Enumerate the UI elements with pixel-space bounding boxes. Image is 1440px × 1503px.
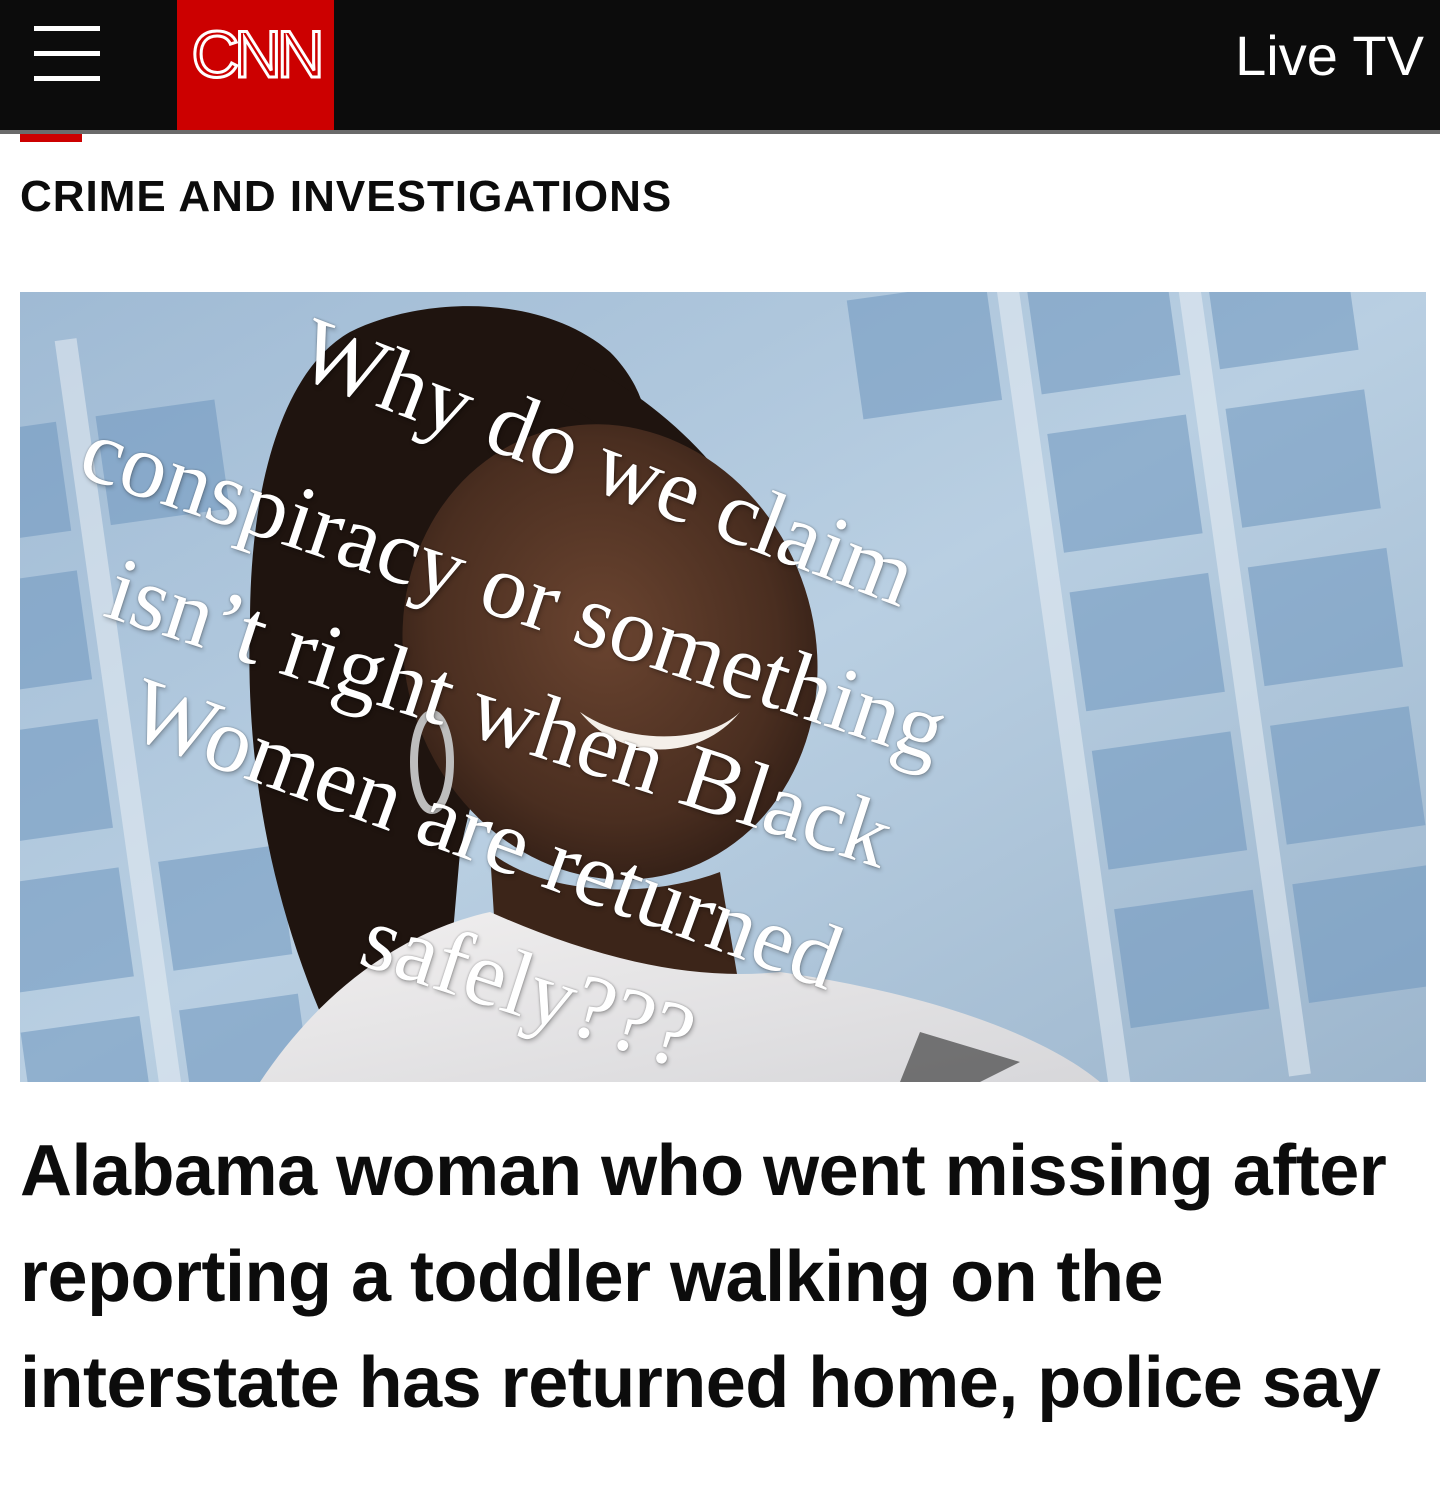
cnn-logo[interactable]: CNN [177, 0, 334, 132]
cnn-article-page: CNN Live TV CRIME AND INVESTIGATIONS Why… [0, 0, 1440, 1503]
hero-photo [20, 292, 1426, 1082]
article-headline: Alabama woman who went missing after rep… [20, 1131, 1387, 1423]
live-tv-link[interactable]: Live TV [1235, 28, 1424, 84]
header-divider [0, 130, 1440, 134]
hero-image: Why do we claim conspiracy or something … [20, 292, 1426, 1082]
hamburger-menu-icon [34, 26, 100, 81]
menu-button[interactable] [22, 18, 112, 90]
top-navigation-bar: CNN Live TV [0, 0, 1440, 132]
section-label[interactable]: CRIME AND INVESTIGATIONS [20, 172, 672, 222]
cnn-logo-text: CNN [190, 17, 326, 91]
section-accent-bar [20, 134, 82, 142]
